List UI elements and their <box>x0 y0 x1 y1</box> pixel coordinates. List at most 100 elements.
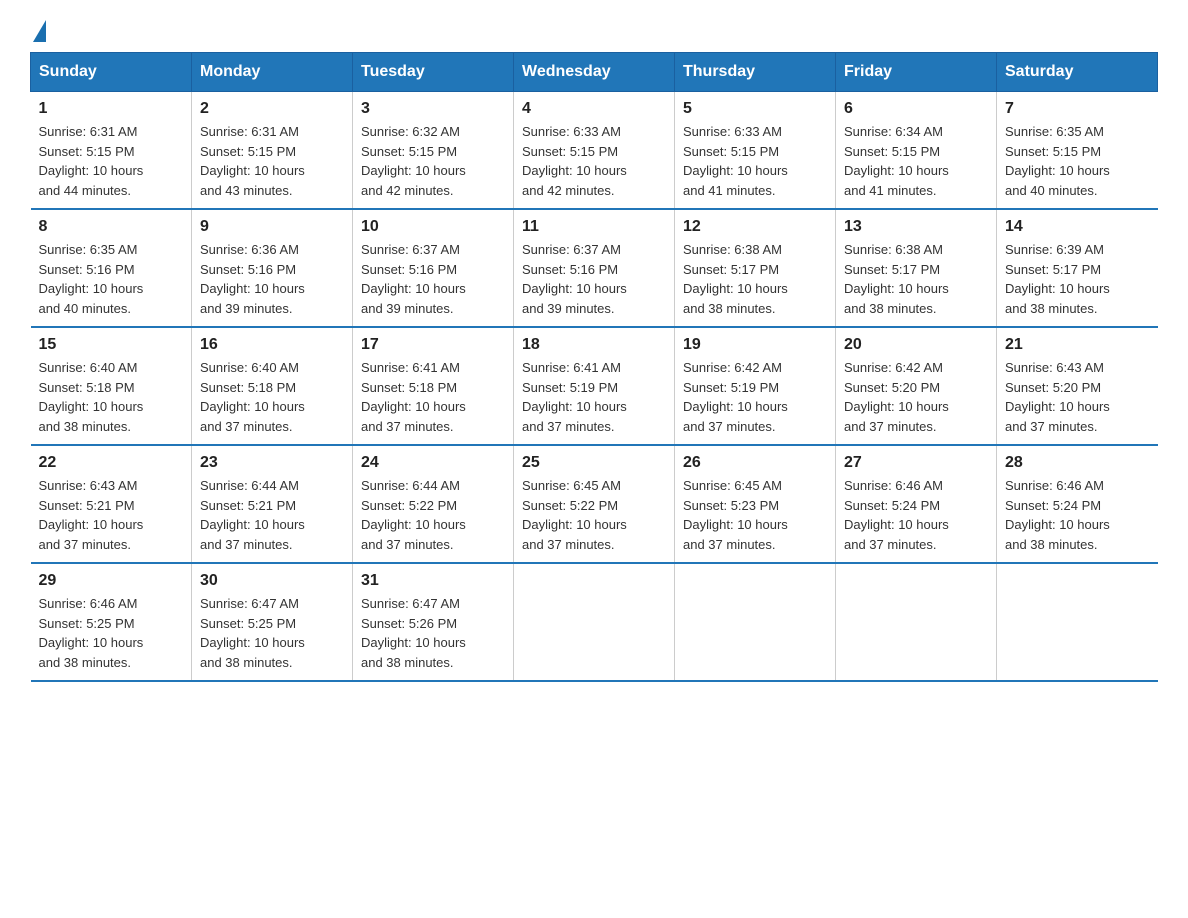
day-number: 17 <box>361 336 505 354</box>
calendar-cell: 18 Sunrise: 6:41 AM Sunset: 5:19 PM Dayl… <box>514 327 675 445</box>
day-number: 2 <box>200 100 344 118</box>
day-number: 7 <box>1005 100 1150 118</box>
calendar-cell <box>675 563 836 681</box>
day-info: Sunrise: 6:46 AM Sunset: 5:24 PM Dayligh… <box>844 476 988 554</box>
column-header-monday: Monday <box>192 53 353 92</box>
day-info: Sunrise: 6:45 AM Sunset: 5:23 PM Dayligh… <box>683 476 827 554</box>
calendar-cell: 7 Sunrise: 6:35 AM Sunset: 5:15 PM Dayli… <box>997 92 1158 210</box>
calendar-cell: 19 Sunrise: 6:42 AM Sunset: 5:19 PM Dayl… <box>675 327 836 445</box>
day-number: 10 <box>361 218 505 236</box>
logo <box>30 20 46 36</box>
day-number: 12 <box>683 218 827 236</box>
day-number: 19 <box>683 336 827 354</box>
day-number: 11 <box>522 218 666 236</box>
calendar-cell: 9 Sunrise: 6:36 AM Sunset: 5:16 PM Dayli… <box>192 209 353 327</box>
day-info: Sunrise: 6:35 AM Sunset: 5:16 PM Dayligh… <box>39 240 184 318</box>
day-info: Sunrise: 6:41 AM Sunset: 5:19 PM Dayligh… <box>522 358 666 436</box>
day-info: Sunrise: 6:42 AM Sunset: 5:19 PM Dayligh… <box>683 358 827 436</box>
day-number: 22 <box>39 454 184 472</box>
calendar-cell: 30 Sunrise: 6:47 AM Sunset: 5:25 PM Dayl… <box>192 563 353 681</box>
day-info: Sunrise: 6:44 AM Sunset: 5:21 PM Dayligh… <box>200 476 344 554</box>
day-number: 13 <box>844 218 988 236</box>
day-number: 23 <box>200 454 344 472</box>
calendar-cell: 22 Sunrise: 6:43 AM Sunset: 5:21 PM Dayl… <box>31 445 192 563</box>
column-header-wednesday: Wednesday <box>514 53 675 92</box>
day-info: Sunrise: 6:40 AM Sunset: 5:18 PM Dayligh… <box>39 358 184 436</box>
day-number: 6 <box>844 100 988 118</box>
calendar-cell: 26 Sunrise: 6:45 AM Sunset: 5:23 PM Dayl… <box>675 445 836 563</box>
calendar-cell: 2 Sunrise: 6:31 AM Sunset: 5:15 PM Dayli… <box>192 92 353 210</box>
calendar-cell: 11 Sunrise: 6:37 AM Sunset: 5:16 PM Dayl… <box>514 209 675 327</box>
day-info: Sunrise: 6:46 AM Sunset: 5:24 PM Dayligh… <box>1005 476 1150 554</box>
calendar-cell: 16 Sunrise: 6:40 AM Sunset: 5:18 PM Dayl… <box>192 327 353 445</box>
day-info: Sunrise: 6:43 AM Sunset: 5:21 PM Dayligh… <box>39 476 184 554</box>
column-header-tuesday: Tuesday <box>353 53 514 92</box>
column-header-saturday: Saturday <box>997 53 1158 92</box>
calendar-cell: 8 Sunrise: 6:35 AM Sunset: 5:16 PM Dayli… <box>31 209 192 327</box>
calendar-cell: 5 Sunrise: 6:33 AM Sunset: 5:15 PM Dayli… <box>675 92 836 210</box>
calendar-cell: 1 Sunrise: 6:31 AM Sunset: 5:15 PM Dayli… <box>31 92 192 210</box>
calendar-cell: 27 Sunrise: 6:46 AM Sunset: 5:24 PM Dayl… <box>836 445 997 563</box>
calendar-cell: 10 Sunrise: 6:37 AM Sunset: 5:16 PM Dayl… <box>353 209 514 327</box>
calendar-cell: 31 Sunrise: 6:47 AM Sunset: 5:26 PM Dayl… <box>353 563 514 681</box>
day-number: 14 <box>1005 218 1150 236</box>
day-info: Sunrise: 6:43 AM Sunset: 5:20 PM Dayligh… <box>1005 358 1150 436</box>
calendar-cell <box>997 563 1158 681</box>
calendar-cell <box>514 563 675 681</box>
column-header-sunday: Sunday <box>31 53 192 92</box>
day-info: Sunrise: 6:33 AM Sunset: 5:15 PM Dayligh… <box>683 122 827 200</box>
day-number: 8 <box>39 218 184 236</box>
calendar-header-row: SundayMondayTuesdayWednesdayThursdayFrid… <box>31 53 1158 92</box>
day-info: Sunrise: 6:33 AM Sunset: 5:15 PM Dayligh… <box>522 122 666 200</box>
day-info: Sunrise: 6:47 AM Sunset: 5:25 PM Dayligh… <box>200 594 344 672</box>
day-info: Sunrise: 6:37 AM Sunset: 5:16 PM Dayligh… <box>361 240 505 318</box>
day-info: Sunrise: 6:32 AM Sunset: 5:15 PM Dayligh… <box>361 122 505 200</box>
calendar-cell: 13 Sunrise: 6:38 AM Sunset: 5:17 PM Dayl… <box>836 209 997 327</box>
day-info: Sunrise: 6:36 AM Sunset: 5:16 PM Dayligh… <box>200 240 344 318</box>
calendar-cell <box>836 563 997 681</box>
day-info: Sunrise: 6:45 AM Sunset: 5:22 PM Dayligh… <box>522 476 666 554</box>
day-info: Sunrise: 6:46 AM Sunset: 5:25 PM Dayligh… <box>39 594 184 672</box>
page-header <box>30 20 1158 36</box>
day-number: 27 <box>844 454 988 472</box>
calendar-cell: 14 Sunrise: 6:39 AM Sunset: 5:17 PM Dayl… <box>997 209 1158 327</box>
day-number: 31 <box>361 572 505 590</box>
day-number: 9 <box>200 218 344 236</box>
calendar-week-row: 15 Sunrise: 6:40 AM Sunset: 5:18 PM Dayl… <box>31 327 1158 445</box>
calendar-cell: 4 Sunrise: 6:33 AM Sunset: 5:15 PM Dayli… <box>514 92 675 210</box>
calendar-cell: 23 Sunrise: 6:44 AM Sunset: 5:21 PM Dayl… <box>192 445 353 563</box>
day-number: 3 <box>361 100 505 118</box>
column-header-friday: Friday <box>836 53 997 92</box>
day-number: 29 <box>39 572 184 590</box>
calendar-cell: 21 Sunrise: 6:43 AM Sunset: 5:20 PM Dayl… <box>997 327 1158 445</box>
day-number: 16 <box>200 336 344 354</box>
day-number: 30 <box>200 572 344 590</box>
calendar-cell: 20 Sunrise: 6:42 AM Sunset: 5:20 PM Dayl… <box>836 327 997 445</box>
day-info: Sunrise: 6:39 AM Sunset: 5:17 PM Dayligh… <box>1005 240 1150 318</box>
calendar-table: SundayMondayTuesdayWednesdayThursdayFrid… <box>30 52 1158 682</box>
calendar-cell: 29 Sunrise: 6:46 AM Sunset: 5:25 PM Dayl… <box>31 563 192 681</box>
calendar-cell: 25 Sunrise: 6:45 AM Sunset: 5:22 PM Dayl… <box>514 445 675 563</box>
calendar-cell: 28 Sunrise: 6:46 AM Sunset: 5:24 PM Dayl… <box>997 445 1158 563</box>
day-number: 28 <box>1005 454 1150 472</box>
calendar-week-row: 8 Sunrise: 6:35 AM Sunset: 5:16 PM Dayli… <box>31 209 1158 327</box>
calendar-cell: 3 Sunrise: 6:32 AM Sunset: 5:15 PM Dayli… <box>353 92 514 210</box>
calendar-week-row: 22 Sunrise: 6:43 AM Sunset: 5:21 PM Dayl… <box>31 445 1158 563</box>
calendar-week-row: 29 Sunrise: 6:46 AM Sunset: 5:25 PM Dayl… <box>31 563 1158 681</box>
calendar-cell: 17 Sunrise: 6:41 AM Sunset: 5:18 PM Dayl… <box>353 327 514 445</box>
day-number: 26 <box>683 454 827 472</box>
day-number: 1 <box>39 100 184 118</box>
day-number: 4 <box>522 100 666 118</box>
calendar-cell: 6 Sunrise: 6:34 AM Sunset: 5:15 PM Dayli… <box>836 92 997 210</box>
day-number: 21 <box>1005 336 1150 354</box>
day-info: Sunrise: 6:35 AM Sunset: 5:15 PM Dayligh… <box>1005 122 1150 200</box>
column-header-thursday: Thursday <box>675 53 836 92</box>
day-number: 24 <box>361 454 505 472</box>
day-number: 15 <box>39 336 184 354</box>
calendar-cell: 24 Sunrise: 6:44 AM Sunset: 5:22 PM Dayl… <box>353 445 514 563</box>
day-info: Sunrise: 6:38 AM Sunset: 5:17 PM Dayligh… <box>683 240 827 318</box>
day-number: 18 <box>522 336 666 354</box>
calendar-cell: 15 Sunrise: 6:40 AM Sunset: 5:18 PM Dayl… <box>31 327 192 445</box>
day-info: Sunrise: 6:31 AM Sunset: 5:15 PM Dayligh… <box>39 122 184 200</box>
day-number: 25 <box>522 454 666 472</box>
